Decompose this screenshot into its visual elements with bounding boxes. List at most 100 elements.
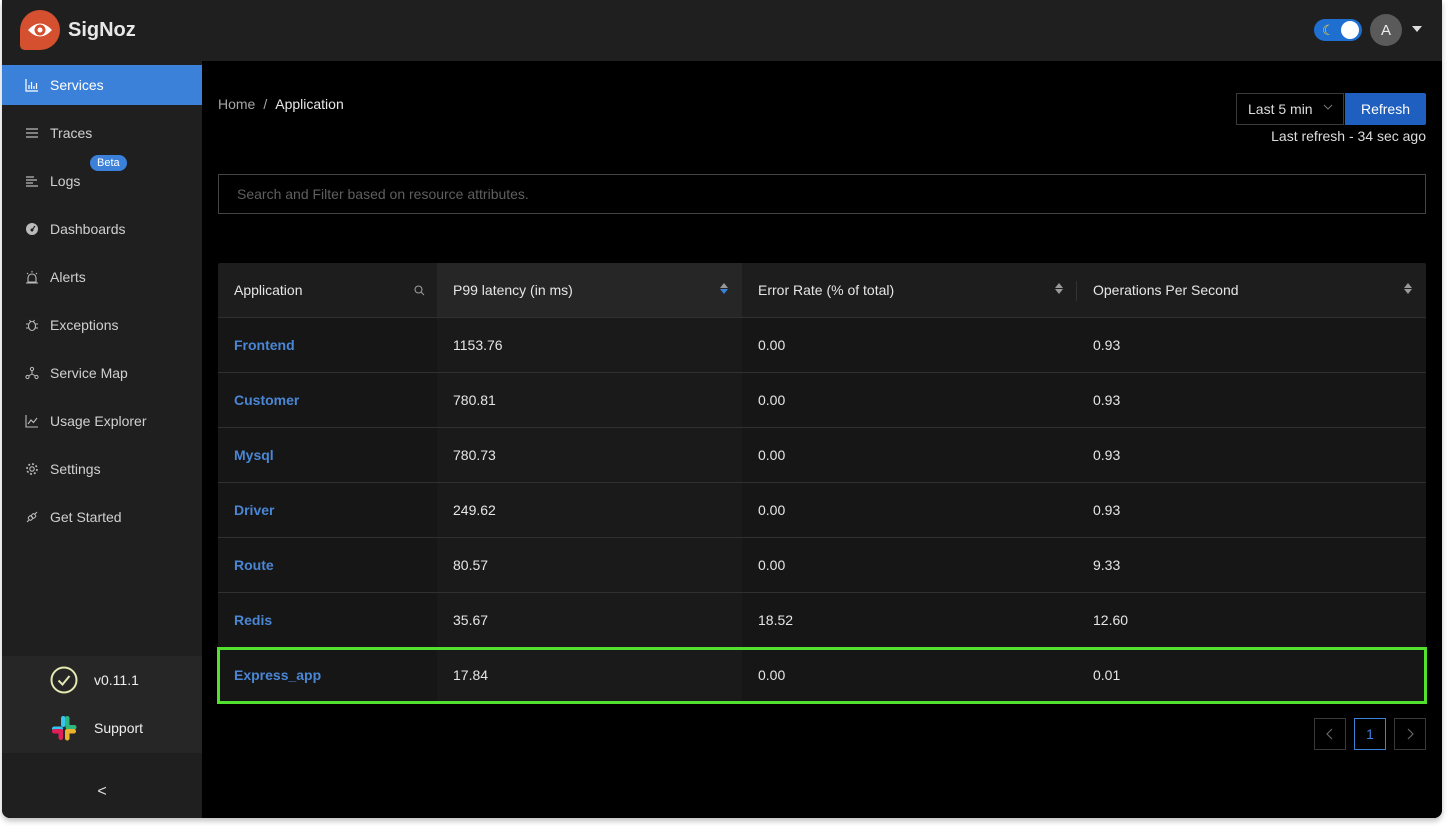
breadcrumb: Home / Application [218,96,344,112]
breadcrumb-home[interactable]: Home [218,96,255,112]
cell-ops: 0.93 [1093,447,1121,463]
sidebar-item-services[interactable]: Services [2,65,202,105]
support-link[interactable]: Support [2,704,202,752]
column-header-error-rate[interactable]: Error Rate (% of total) [742,263,1077,317]
sort-icon[interactable] [1404,283,1412,294]
time-range-select[interactable]: Last 5 min [1236,93,1344,125]
last-refresh-text: Last refresh - 34 sec ago [1271,128,1426,144]
service-link[interactable]: Customer [234,392,299,408]
table-row[interactable]: Frontend 1153.76 0.00 0.93 [218,318,1426,373]
app-window: SigNoz ☾ A Services Traces Logs Beta Das… [2,0,1442,818]
bug-icon [24,317,40,333]
menu-icon [24,125,40,141]
theme-toggle[interactable]: ☾ [1314,19,1362,41]
service-link[interactable]: Frontend [234,337,295,353]
cell-p99: 17.84 [437,648,742,702]
page-1-button[interactable]: 1 [1354,718,1386,750]
sidebar-item-exceptions[interactable]: Exceptions [2,305,202,345]
top-bar: SigNoz ☾ A [2,0,1442,61]
deployment-unit-icon [24,365,40,381]
support-label: Support [94,720,144,736]
sidebar-item-dashboards[interactable]: Dashboards [2,209,202,249]
column-title: Operations Per Second [1093,282,1239,298]
cell-p99: 780.81 [437,373,742,427]
align-left-icon [24,173,40,189]
cell-application: Driver [218,483,437,537]
column-title: Application [234,282,303,298]
sidebar-item-usage-explorer[interactable]: Usage Explorer [2,401,202,441]
check-circle-icon [49,665,79,695]
sidebar-item-label: Exceptions [50,317,119,333]
column-title: Error Rate (% of total) [758,282,895,298]
column-header-application[interactable]: Application [218,263,437,317]
cell-ops: 12.60 [1093,612,1129,628]
cell-ops: 9.33 [1093,557,1121,573]
sidebar-item-logs[interactable]: Logs Beta [2,155,202,201]
table-row[interactable]: Driver 249.62 0.00 0.93 [218,483,1426,538]
service-link[interactable]: Driver [234,502,274,518]
column-header-p99-latency[interactable]: P99 latency (in ms) [437,263,742,317]
sidebar-item-label: Service Map [50,365,128,381]
cell-error-rate: 0.00 [758,557,786,573]
sidebar-item-get-started[interactable]: Get Started [2,497,202,537]
logo[interactable]: SigNoz [20,10,136,50]
service-link[interactable]: Redis [234,612,272,628]
service-link[interactable]: Express_app [234,667,321,683]
column-header-operations-per-second[interactable]: Operations Per Second [1077,263,1426,317]
cell-application: Express_app [218,648,437,702]
table-row-highlighted[interactable]: Express_app 17.84 0.00 0.01 [217,647,1427,704]
pagination: 1 [1314,718,1426,750]
sidebar-item-label: Services [50,77,104,93]
services-table: Application P99 latency (in ms) Error Ra… [217,263,1427,704]
sidebar-item-service-map[interactable]: Service Map [2,353,202,393]
sidebar-item-label: Logs [50,173,81,189]
toggle-knob [1341,21,1359,39]
table-header: Application P99 latency (in ms) Error Ra… [218,263,1426,318]
sort-icon[interactable] [720,283,728,294]
search-icon[interactable] [414,283,425,299]
cell-error-rate: 0.00 [758,667,786,683]
dashboard-icon [24,221,40,237]
sidebar-footer: v0.11.1 Support [2,656,202,753]
cell-ops: 0.93 [1093,502,1121,518]
sidebar-item-settings[interactable]: Settings [2,449,202,489]
sidebar-item-label: Dashboards [50,221,126,237]
breadcrumb-separator: / [263,96,268,112]
cell-application: Customer [218,373,437,427]
next-page-button[interactable] [1394,718,1426,750]
time-range-value: Last 5 min [1248,101,1313,117]
cell-p99: 1153.76 [437,318,742,372]
avatar[interactable]: A [1370,14,1402,46]
caret-down-icon[interactable] [1412,26,1422,32]
version-indicator[interactable]: v0.11.1 [2,656,202,704]
cell-error-rate: 0.00 [758,447,786,463]
chevron-left-icon [1326,728,1333,740]
resource-attribute-search-input[interactable] [218,174,1426,214]
sidebar-item-label: Alerts [50,269,86,285]
signoz-eye-icon [20,10,60,50]
service-link[interactable]: Route [234,557,274,573]
sidebar-item-label: Settings [50,461,101,477]
prev-page-button[interactable] [1314,718,1346,750]
table-row[interactable]: Redis 35.67 18.52 12.60 [218,593,1426,648]
cell-error-rate: 18.52 [758,612,794,628]
cell-error-rate: 0.00 [758,392,786,408]
cell-p99: 780.73 [437,428,742,482]
sidebar-item-traces[interactable]: Traces [2,113,202,153]
beta-badge: Beta [90,155,127,171]
sort-icon[interactable] [1055,283,1063,294]
cell-ops: 0.01 [1093,667,1121,683]
version-label: v0.11.1 [94,672,139,688]
table-row[interactable]: Customer 780.81 0.00 0.93 [218,373,1426,428]
service-link[interactable]: Mysql [234,447,274,463]
alert-icon [24,269,40,285]
sidebar-item-alerts[interactable]: Alerts [2,257,202,297]
bar-chart-icon [24,77,40,93]
table-row[interactable]: Mysql 780.73 0.00 0.93 [218,428,1426,483]
table-row[interactable]: Route 80.57 0.00 9.33 [218,538,1426,593]
refresh-button[interactable]: Refresh [1345,93,1426,125]
collapse-sidebar-button[interactable]: < [92,783,112,803]
cell-application: Mysql [218,428,437,482]
breadcrumb-current: Application [275,96,344,112]
app-name: SigNoz [68,18,136,41]
